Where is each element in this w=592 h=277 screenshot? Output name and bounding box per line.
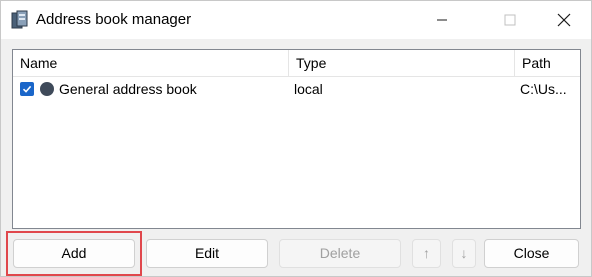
column-header-type[interactable]: Type — [289, 50, 515, 76]
column-header-path[interactable]: Path — [515, 50, 580, 76]
address-book-path: C:\Us... — [520, 81, 567, 97]
title-bar[interactable]: Address book manager — [1, 1, 591, 39]
address-book-type: local — [294, 81, 323, 97]
status-dot-icon — [40, 82, 54, 96]
edit-button[interactable]: Edit — [146, 239, 268, 268]
window-title: Address book manager — [36, 11, 192, 28]
move-up-button[interactable]: ↑ — [412, 239, 441, 268]
minimize-icon — [437, 19, 447, 21]
minimize-button[interactable] — [419, 1, 465, 39]
address-book-list[interactable]: Name Type Path General address book loca… — [12, 49, 581, 229]
list-header: Name Type Path — [13, 50, 580, 77]
column-header-name[interactable]: Name — [13, 50, 289, 76]
table-row[interactable]: General address book local C:\Us... — [13, 77, 580, 101]
maximize-button[interactable] — [487, 1, 533, 39]
address-book-icon — [11, 10, 28, 29]
checkmark-icon — [22, 85, 32, 93]
maximize-icon — [504, 14, 516, 26]
close-window-button[interactable] — [541, 1, 587, 39]
address-book-manager-window: Address book manager Name Type Path Gene… — [0, 0, 592, 277]
add-button[interactable]: Add — [13, 239, 135, 268]
close-button[interactable]: Close — [484, 239, 579, 268]
address-book-name: General address book — [59, 81, 197, 97]
close-icon — [557, 13, 571, 27]
move-down-button[interactable]: ↓ — [452, 239, 476, 268]
enabled-checkbox[interactable] — [20, 82, 34, 96]
delete-button[interactable]: Delete — [279, 239, 401, 268]
